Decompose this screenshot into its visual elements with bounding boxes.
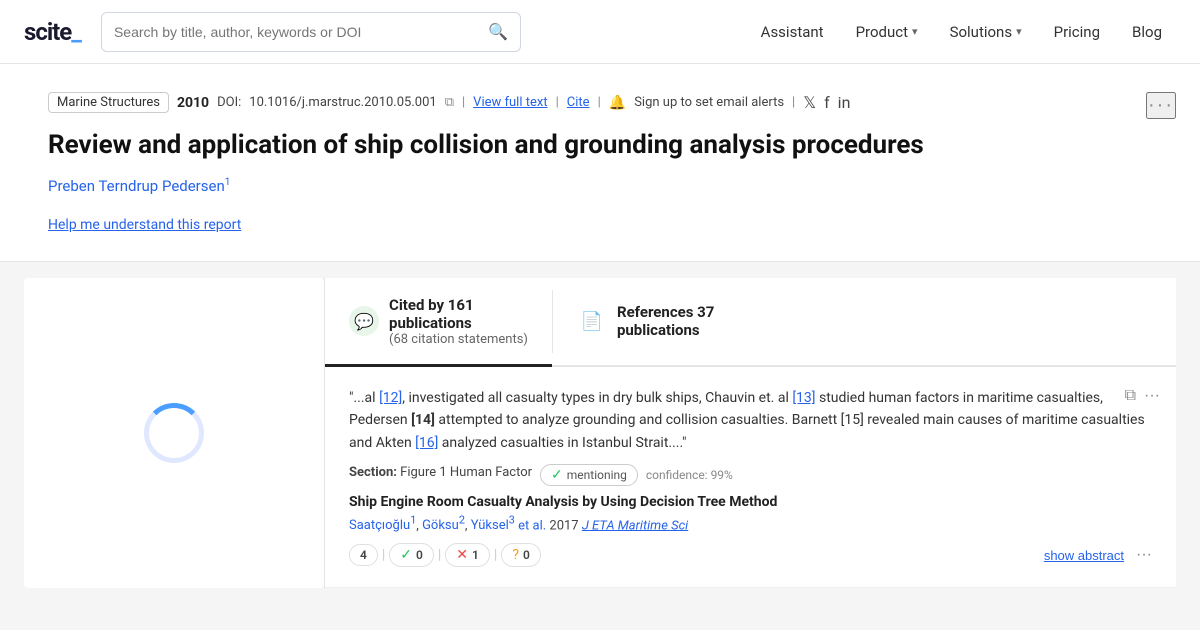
right-panel: 💬 Cited by 161 publications (68 citation… xyxy=(324,278,1176,589)
linkedin-icon[interactable]: in xyxy=(838,93,851,112)
author-goksu[interactable]: Göksu2 xyxy=(422,518,465,533)
nav-item-product[interactable]: Product ▾ xyxy=(842,15,932,49)
search-input[interactable] xyxy=(114,24,480,40)
citation-section: Section: Figure 1 Human Factor xyxy=(349,465,532,480)
view-full-text-link[interactable]: View full text xyxy=(473,95,547,110)
journal-badge: Marine Structures xyxy=(48,92,169,113)
card-actions: ⧉ ··· xyxy=(1125,387,1160,405)
left-panel xyxy=(24,278,324,589)
search-bar[interactable]: 🔍 xyxy=(101,12,521,52)
citation-card-more-button[interactable]: ··· xyxy=(1136,546,1152,564)
chevron-down-icon: ▾ xyxy=(912,25,918,38)
references-label: publications xyxy=(617,321,714,339)
main-nav: Assistant Product ▾ Solutions ▾ Pricing … xyxy=(747,15,1176,49)
confidence-text: confidence: 99% xyxy=(646,468,733,482)
citation-more-button[interactable]: ··· xyxy=(1144,387,1160,405)
references-icon: 📄 xyxy=(577,306,607,336)
copy-doi-icon[interactable]: ⧉ xyxy=(445,95,454,110)
ref-16[interactable]: [16] xyxy=(415,435,438,451)
search-icon: 🔍 xyxy=(488,22,508,41)
article-more-button[interactable]: ··· xyxy=(1146,92,1176,119)
article-author[interactable]: Preben Terndrup Pedersen1 xyxy=(48,177,230,195)
tabs-row: 💬 Cited by 161 publications (68 citation… xyxy=(325,278,1176,367)
cited-count: Cited by 161 xyxy=(389,296,528,314)
show-abstract-button[interactable]: show abstract xyxy=(1044,548,1124,563)
nav-item-blog[interactable]: Blog xyxy=(1118,15,1176,49)
mentioning-badge: ? 0 xyxy=(501,543,540,567)
total-badge: 4 xyxy=(349,544,378,566)
facebook-icon[interactable]: f xyxy=(824,93,830,112)
cite-link[interactable]: Cite xyxy=(567,95,590,110)
article-doi-label: DOI: xyxy=(217,95,241,110)
author-yuksel[interactable]: Yüksel3 xyxy=(471,518,515,533)
help-link[interactable]: Help me understand this report xyxy=(48,217,241,233)
nav-item-pricing[interactable]: Pricing xyxy=(1040,15,1114,49)
citation-title: Ship Engine Room Casualty Analysis by Us… xyxy=(349,494,1152,510)
citation-badges: 4 | ✓ 0 | ✕ 1 | ? 0 xyxy=(349,543,1152,567)
contrasting-badge: ✕ 1 xyxy=(445,543,490,567)
citation-card: ⧉ ··· "...al [12], investigated all casu… xyxy=(325,367,1176,589)
loading-spinner xyxy=(144,403,204,463)
header: scite_ 🔍 Assistant Product ▾ Solutions ▾… xyxy=(0,0,1200,64)
citation-text: "...al [12], investigated all casualty t… xyxy=(349,387,1152,454)
article-card: ··· Marine Structures 2010 DOI: 10.1016/… xyxy=(0,64,1200,262)
chevron-down-icon: ▾ xyxy=(1016,25,1022,38)
cited-label: publications xyxy=(389,314,528,332)
cited-sub: (68 citation statements) xyxy=(389,332,528,347)
page: ··· Marine Structures 2010 DOI: 10.1016/… xyxy=(0,64,1200,630)
author-saatcioglu[interactable]: Saatçıoğlu1 xyxy=(349,518,416,533)
nav-item-solutions[interactable]: Solutions ▾ xyxy=(936,15,1036,49)
ref-13[interactable]: [13] xyxy=(792,390,815,406)
journal-link[interactable]: J ETA Maritime Sci xyxy=(582,518,688,533)
signup-text: Sign up to set email alerts xyxy=(634,95,784,110)
supporting-badge: ✓ 0 xyxy=(389,543,434,567)
article-meta: Marine Structures 2010 DOI: 10.1016/j.ma… xyxy=(48,92,1152,113)
tab-cited[interactable]: 💬 Cited by 161 publications (68 citation… xyxy=(325,278,552,365)
twitter-icon[interactable]: 𝕏 xyxy=(803,93,816,112)
social-icons: 𝕏 f in xyxy=(803,93,850,112)
bell-icon: 🔔 xyxy=(609,95,626,111)
logo[interactable]: scite_ xyxy=(24,18,81,46)
article-title: Review and application of ship collision… xyxy=(48,129,1152,163)
article-doi-value: 10.1016/j.marstruc.2010.05.001 xyxy=(249,95,436,110)
article-year: 2010 xyxy=(177,95,209,111)
references-count: References 37 xyxy=(617,303,714,321)
tab-references[interactable]: 📄 References 37 publications xyxy=(553,278,738,365)
et-al-link[interactable]: et al. xyxy=(518,518,546,533)
citations-section: 💬 Cited by 161 publications (68 citation… xyxy=(24,278,1176,589)
citation-icon: 💬 xyxy=(349,306,379,336)
nav-item-assistant[interactable]: Assistant xyxy=(747,15,838,49)
ref-12[interactable]: [12] xyxy=(379,390,402,406)
copy-button[interactable]: ⧉ xyxy=(1125,387,1136,405)
ref-14-bold: [14] xyxy=(411,412,435,428)
mention-badge: ✓ mentioning xyxy=(540,464,638,486)
citation-authors: Saatçıoğlu1, Göksu2, Yüksel3 et al. 2017… xyxy=(349,514,1152,533)
